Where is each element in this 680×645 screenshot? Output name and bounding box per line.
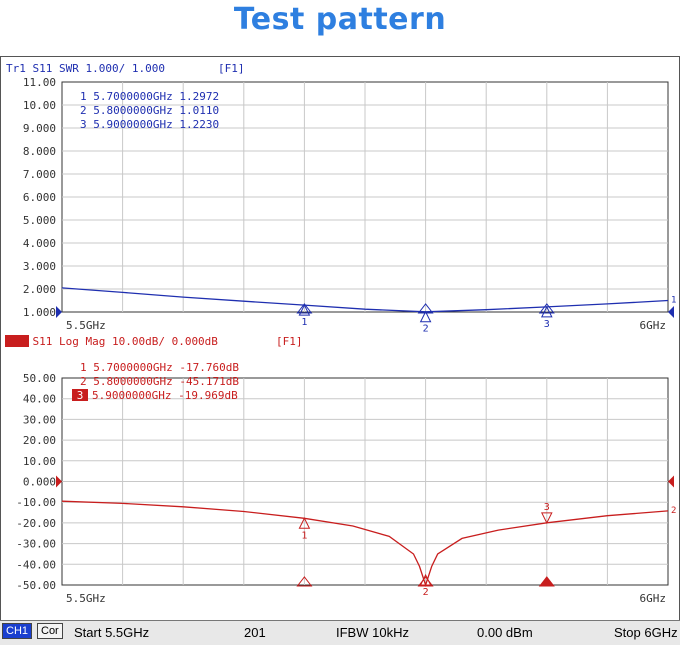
- x-stop-label: 6GHz: [640, 592, 667, 605]
- marker-readout: 2 5.8000000GHz 1.0110: [80, 104, 219, 117]
- stop-frequency[interactable]: Stop 6GHz: [614, 625, 678, 640]
- function-label: [F1]: [218, 62, 245, 75]
- x-start-label: 5.5GHz: [66, 319, 106, 332]
- marker-number: 3: [544, 319, 550, 330]
- y-tick-label: 50.00: [23, 372, 56, 385]
- trace-header: Tr2 S11 Log Mag 10.00dB/ 0.000dB: [6, 335, 218, 348]
- x-stop-label: 6GHz: [640, 319, 667, 332]
- correction-indicator[interactable]: Cor: [37, 623, 63, 639]
- y-tick-label: 10.00: [23, 455, 56, 468]
- x-start-label: 5.5GHz: [66, 592, 106, 605]
- y-tick-label: 3.000: [23, 260, 56, 273]
- y-tick-label: 8.000: [23, 145, 56, 158]
- y-tick-label: 5.000: [23, 214, 56, 227]
- marker-readout: 2 5.8000000GHz -45.171dB: [80, 375, 239, 388]
- start-frequency[interactable]: Start 5.5GHz: [74, 625, 149, 640]
- sweep-points[interactable]: 201: [244, 625, 266, 640]
- y-tick-label: -10.00: [16, 496, 56, 509]
- trace-header: Tr1 S11 SWR 1.000/ 1.000: [6, 62, 165, 75]
- trace-format: S11 SWR 1.000/ 1.000: [26, 62, 165, 75]
- marker-readout: 5.9000000GHz -19.969dB: [92, 389, 238, 402]
- y-tick-label: 10.00: [23, 99, 56, 112]
- marker-readout: 1 5.7000000GHz -17.760dB: [80, 361, 239, 374]
- marker-number: 3: [544, 502, 550, 513]
- marker-readout: 3 5.9000000GHz 1.2230: [80, 118, 219, 131]
- y-tick-label: 1.000: [23, 306, 56, 319]
- trace-end-label: 1: [671, 296, 676, 306]
- y-tick-label: -50.00: [16, 579, 56, 592]
- y-tick-label: 20.00: [23, 434, 56, 447]
- function-label: [F1]: [276, 335, 303, 348]
- marker-number: 2: [423, 324, 429, 335]
- power-level[interactable]: 0.00 dBm: [477, 625, 533, 640]
- y-tick-label: 9.000: [23, 122, 56, 135]
- y-tick-label: 4.000: [23, 237, 56, 250]
- channel-indicator[interactable]: CH1: [2, 623, 33, 639]
- y-tick-label: 11.00: [23, 76, 56, 89]
- y-tick-label: 0.000: [23, 476, 56, 489]
- marker-readout: 1 5.7000000GHz 1.2972: [80, 90, 219, 103]
- y-tick-label: 6.000: [23, 191, 56, 204]
- trace-end-label: 2: [671, 506, 676, 516]
- vna-display: Tr1 S11 SWR 1.000/ 1.000 [F1] 11.00 10.00 9.…: [0, 56, 680, 644]
- y-tick-label: 40.00: [23, 393, 56, 406]
- trace-label-box: [5, 335, 29, 347]
- y-tick-label: -20.00: [16, 517, 56, 530]
- y-tick-label: 2.000: [23, 283, 56, 296]
- y-tick-label: -30.00: [16, 538, 56, 551]
- swr-trace-panel: Tr1 S11 SWR 1.000/ 1.000 [F1] 11.00 10.00 9.…: [6, 62, 676, 335]
- y-tick-label: 30.00: [23, 413, 56, 426]
- active-marker-id: 3: [77, 389, 84, 402]
- marker-number: 1: [301, 530, 307, 541]
- marker-number: 2: [423, 587, 429, 598]
- trace-format: S11 Log Mag 10.00dB/ 0.000dB: [26, 335, 218, 348]
- trace-label[interactable]: Tr1: [6, 62, 26, 75]
- y-tick-label: -40.00: [16, 558, 56, 571]
- marker-number: 1: [301, 317, 307, 328]
- y-tick-label: 7.000: [23, 168, 56, 181]
- status-bar: CH1 Cor Start 5.5GHz 201 IFBW 10kHz 0.00…: [0, 620, 680, 645]
- page-title: Test pattern: [233, 2, 447, 37]
- ifbw-setting[interactable]: IFBW 10kHz: [336, 625, 409, 640]
